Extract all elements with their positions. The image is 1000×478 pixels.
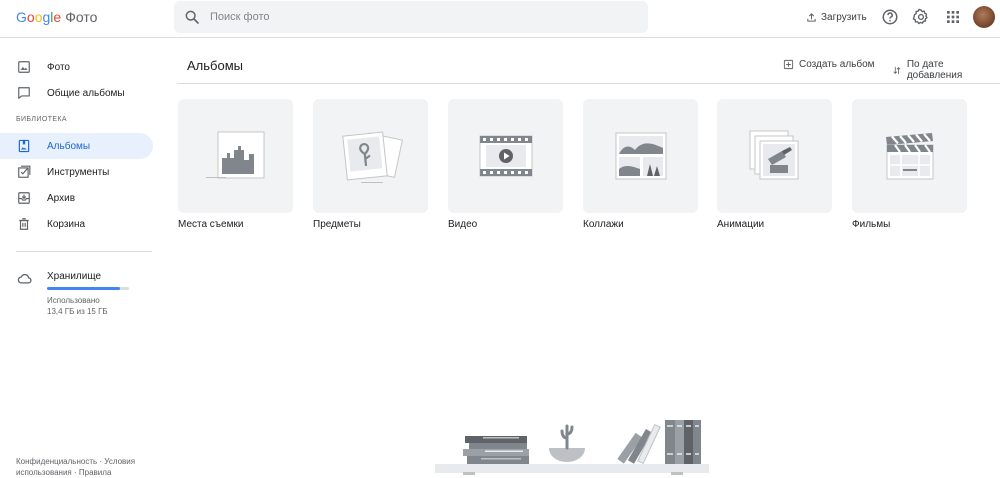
storage-progress-fill [47,287,121,290]
album-thumbnail [852,99,967,213]
album-thumbnail [448,99,563,213]
album-label: Анимации [717,219,765,230]
album-label: Места съемки [178,219,244,230]
settings-icon[interactable] [912,8,930,26]
album-thumbnail [178,99,293,213]
sort-icon [893,66,901,74]
sidebar-item-albums[interactable]: Альбомы [0,133,153,159]
upload-icon [807,12,816,22]
photo-icon [18,61,30,73]
sort-button[interactable]: По дате добавления [892,59,1000,81]
upload-label: Загрузить [821,11,867,23]
video-icon [479,135,532,177]
policies-link[interactable]: Правила [79,468,111,477]
album-card-movies[interactable]: Фильмы [852,99,967,230]
page-title: Альбомы [187,58,243,73]
footer-separator: · [99,457,103,466]
animation-icon [749,130,798,180]
add-box-icon [783,59,794,70]
google-photos-logo[interactable]: Google Фото [16,9,97,25]
storage-used-label: Использовано [47,296,100,305]
top-bar: GoogleФото Загрузить [0,0,1000,38]
avatar[interactable] [973,6,995,28]
privacy-link[interactable]: Конфиденциальность [16,457,97,466]
album-label: Фильмы [852,219,891,230]
album-thumbnail [583,99,698,213]
album-label: Коллажи [583,219,624,230]
album-card-places[interactable]: Места съемки [178,99,293,230]
shared-albums-icon [18,87,30,99]
storage-progress-bar [47,287,129,290]
album-card-animations[interactable]: Анимации [717,99,832,230]
sidebar-divider [16,251,152,252]
archive-icon [18,192,30,204]
cloud-icon [17,273,32,284]
search-box[interactable] [174,1,648,33]
footer-separator: · [74,468,77,477]
album-label: Предметы [313,219,361,230]
footer-links: Конфиденциальность · Условия использован… [16,456,156,478]
sidebar-item-trash[interactable]: Корзина [0,211,153,237]
library-section-label: БИБЛИОТЕКА [16,116,67,123]
header-divider [177,83,1000,84]
album-card-videos[interactable]: Видео [448,99,563,230]
trash-icon [19,218,29,230]
sidebar-item-photos[interactable]: Фото [0,54,153,80]
album-card-things[interactable]: Предметы [313,99,428,230]
storage-used-text: 13,4 ГБ из 15 ГБ [47,307,108,316]
apps-grid-icon[interactable] [944,8,962,26]
empty-state-illustration [435,420,709,475]
album-thumbnail [717,99,832,213]
search-input[interactable] [210,1,630,33]
sidebar-item-archive[interactable]: Архив [0,185,153,211]
album-icon [18,139,30,153]
upload-button[interactable]: Загрузить [806,9,867,25]
search-icon[interactable] [184,9,200,25]
sidebar-item-shared-albums[interactable]: Общие альбомы [0,80,153,106]
album-card-collages[interactable]: Коллажи [583,99,698,230]
places-icon [205,131,264,179]
album-thumbnail [313,99,428,213]
main-content: Альбомы Создать альбом По дате добавлени… [160,39,1000,477]
logo-product-name: Фото [65,9,98,25]
sidebar: Фото Общие альбомы БИБЛИОТЕКА Альбомы Ин… [0,39,160,477]
album-label: Видео [448,219,478,230]
utilities-icon [18,165,31,178]
help-icon[interactable] [881,8,899,26]
storage-title[interactable]: Хранилище [47,271,101,282]
sidebar-item-utilities[interactable]: Инструменты [0,159,153,185]
collage-icon [615,132,666,180]
things-icon [341,131,403,183]
create-album-button[interactable]: Создать альбом [783,59,875,70]
movies-icon [885,133,933,180]
